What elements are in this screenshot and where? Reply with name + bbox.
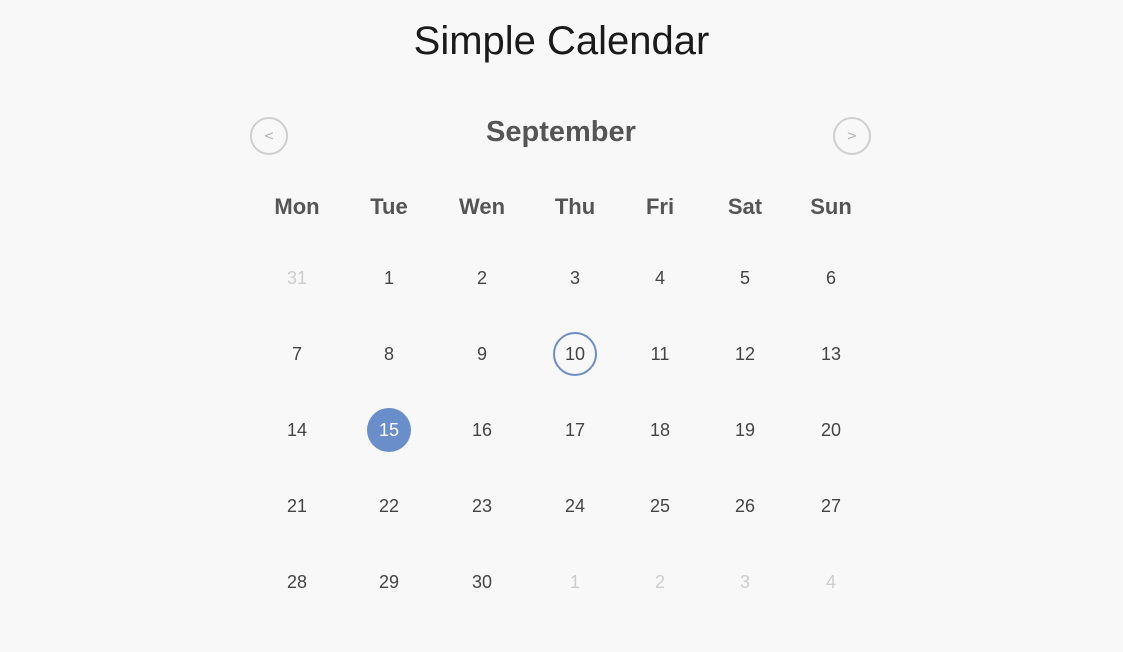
outside-month-day-cell[interactable]: 4 — [809, 560, 853, 604]
weekday-0: Mon — [274, 194, 320, 219]
day-cell[interactable]: 5 — [723, 256, 767, 300]
outside-month-day-cell[interactable]: 31 — [275, 256, 319, 300]
day-cell[interactable]: 19 — [723, 408, 767, 452]
weekday-2: Wen — [458, 194, 506, 219]
next-month-button[interactable]: > — [833, 117, 871, 155]
month-label: September — [486, 116, 636, 148]
page-title: Simple Calendar — [413, 19, 710, 63]
day-cell[interactable]: 20 — [809, 408, 853, 452]
weekday-4: Fri — [645, 194, 675, 219]
today-day-cell[interactable]: 10 — [553, 332, 597, 376]
outside-month-day-cell[interactable]: 2 — [638, 560, 682, 604]
outside-month-day-cell[interactable]: 3 — [723, 560, 767, 604]
prev-month-button[interactable]: < — [250, 117, 288, 155]
day-cell[interactable]: 3 — [553, 256, 597, 300]
day-cell[interactable]: 26 — [723, 484, 767, 528]
weekday-5: Sat — [727, 194, 763, 219]
day-cell[interactable]: 25 — [638, 484, 682, 528]
outside-month-day-cell[interactable]: 1 — [553, 560, 597, 604]
day-cell[interactable]: 22 — [367, 484, 411, 528]
day-cell[interactable]: 6 — [809, 256, 853, 300]
day-cell[interactable]: 29 — [367, 560, 411, 604]
day-cell[interactable]: 17 — [553, 408, 597, 452]
day-cell[interactable]: 14 — [275, 408, 319, 452]
day-cell[interactable]: 27 — [809, 484, 853, 528]
day-cell[interactable]: 12 — [723, 332, 767, 376]
day-cell[interactable]: 13 — [809, 332, 853, 376]
day-cell[interactable]: 9 — [460, 332, 504, 376]
day-cell[interactable]: 30 — [460, 560, 504, 604]
day-cell[interactable]: 28 — [275, 560, 319, 604]
day-cell[interactable]: 16 — [460, 408, 504, 452]
day-cell[interactable]: 7 — [275, 332, 319, 376]
day-cell[interactable]: 24 — [553, 484, 597, 528]
day-cell[interactable]: 1 — [367, 256, 411, 300]
day-cell[interactable]: 11 — [638, 332, 682, 376]
day-cell[interactable]: 21 — [275, 484, 319, 528]
selected-day-cell[interactable]: 15 — [367, 408, 411, 452]
day-cell[interactable]: 8 — [367, 332, 411, 376]
day-cell[interactable]: 2 — [460, 256, 504, 300]
day-cell[interactable]: 4 — [638, 256, 682, 300]
weekday-3: Thu — [554, 194, 596, 219]
day-cell[interactable]: 23 — [460, 484, 504, 528]
weekday-6: Sun — [810, 194, 852, 219]
weekday-1: Tue — [370, 194, 408, 219]
day-cell[interactable]: 18 — [638, 408, 682, 452]
